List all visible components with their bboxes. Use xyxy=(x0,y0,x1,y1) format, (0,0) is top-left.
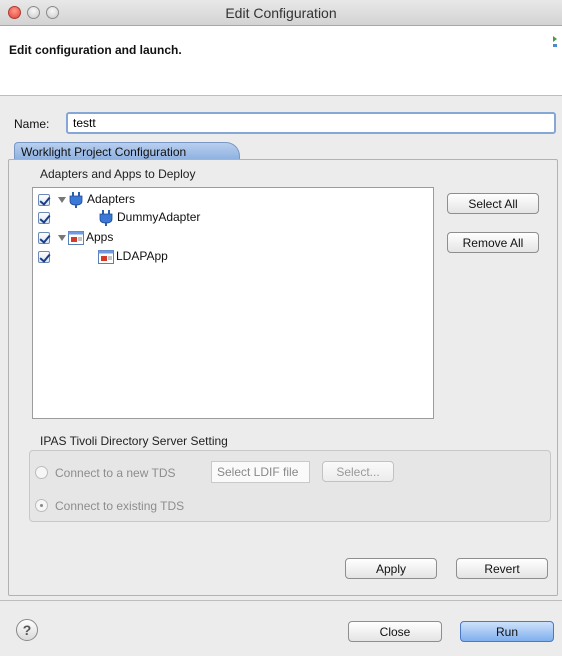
tds-group-title: IPAS Tivoli Directory Server Setting xyxy=(40,434,228,448)
launch-banner-icon xyxy=(552,35,558,49)
title-bar: Edit Configuration xyxy=(0,0,562,26)
existing-tds-label: Connect to existing TDS xyxy=(55,499,185,513)
footer-separator xyxy=(0,600,562,601)
run-button[interactable]: Run xyxy=(460,621,554,642)
select-all-button[interactable]: Select All xyxy=(447,193,539,214)
dialog-header: Edit configuration and launch. xyxy=(0,26,562,96)
tree-item-label: Apps xyxy=(86,230,114,244)
apps-checkbox[interactable] xyxy=(38,232,50,244)
app-window-icon xyxy=(98,249,114,265)
deploy-tree[interactable]: Adapters DummyAdapter Apps LDAPApp xyxy=(32,187,434,419)
remove-all-button[interactable]: Remove All xyxy=(447,232,539,253)
ldif-file-field[interactable]: Select LDIF file xyxy=(211,461,310,483)
name-label: Name: xyxy=(14,117,50,131)
tree-item-ldapapp[interactable]: LDAPApp xyxy=(38,248,168,266)
new-tds-label: Connect to a new TDS xyxy=(55,466,176,480)
tree-item-label: Adapters xyxy=(87,192,136,206)
new-tds-radio[interactable] xyxy=(35,466,48,479)
adapters-checkbox[interactable] xyxy=(38,194,50,206)
select-ldif-button[interactable]: Select... xyxy=(322,461,394,482)
ldapapp-checkbox[interactable] xyxy=(38,251,50,263)
name-input[interactable] xyxy=(66,112,556,134)
tree-item-adapters[interactable]: Adapters xyxy=(38,191,135,209)
revert-button[interactable]: Revert xyxy=(456,558,548,579)
tab-worklight-project-configuration[interactable]: Worklight Project Configuration xyxy=(14,142,240,160)
close-button[interactable]: Close xyxy=(348,621,442,642)
adapter-plug-icon xyxy=(99,210,113,226)
app-window-icon xyxy=(68,230,84,246)
expand-arrow-icon[interactable] xyxy=(58,197,66,203)
apply-button[interactable]: Apply xyxy=(345,558,437,579)
adapter-plug-icon xyxy=(69,192,83,208)
existing-tds-radio[interactable] xyxy=(35,499,48,512)
tree-item-dummyadapter[interactable]: DummyAdapter xyxy=(38,209,200,227)
tree-item-label: LDAPApp xyxy=(116,249,168,263)
adapters-group-title: Adapters and Apps to Deploy xyxy=(40,167,196,181)
window-title: Edit Configuration xyxy=(225,5,337,21)
header-title: Edit configuration and launch. xyxy=(9,43,182,57)
tree-item-apps[interactable]: Apps xyxy=(38,229,113,247)
help-icon[interactable]: ? xyxy=(16,619,38,641)
tree-item-label: DummyAdapter xyxy=(117,210,201,224)
expand-arrow-icon[interactable] xyxy=(58,235,66,241)
dummyadapter-checkbox[interactable] xyxy=(38,212,50,224)
